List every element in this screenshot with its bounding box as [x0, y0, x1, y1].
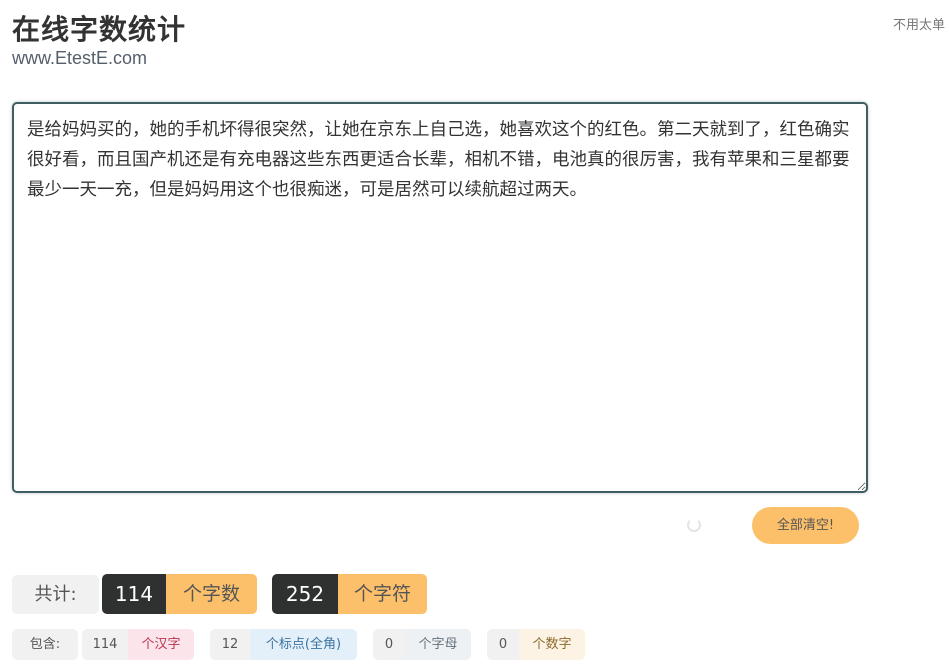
char-count-badge: 252 个字符 — [272, 574, 427, 614]
page-title: 在线字数统计 — [12, 13, 187, 46]
word-count-label: 个字数 — [166, 574, 257, 614]
text-input[interactable]: 是给妈妈买的，她的手机坏得很突然，让她在京东上自己选，她喜欢这个的红色。第二天就… — [12, 102, 868, 493]
contains-label: 包含: — [12, 629, 78, 660]
side-note: 不用太单 — [893, 18, 946, 33]
site-url: www.EtestE.com — [12, 48, 148, 68]
chinese-count-label: 个汉字 — [128, 629, 194, 660]
letter-count-pill: 0 个字母 — [373, 629, 471, 660]
word-count-value: 114 — [102, 574, 166, 614]
letter-count-value: 0 — [373, 629, 405, 660]
punctuation-count-label: 个标点(全角) — [250, 629, 357, 660]
total-label: 共计: — [12, 575, 99, 614]
word-count-badge: 114 个字数 — [102, 574, 257, 614]
punctuation-count-value: 12 — [210, 629, 250, 660]
clear-all-button[interactable]: 全部清空! — [752, 507, 859, 544]
digit-count-pill: 0 个数字 — [487, 629, 585, 660]
chinese-count-value: 114 — [82, 629, 128, 660]
loading-spinner-icon — [687, 518, 701, 532]
char-count-value: 252 — [272, 574, 338, 614]
letter-count-label: 个字母 — [405, 629, 471, 660]
digit-count-value: 0 — [487, 629, 519, 660]
char-count-label: 个字符 — [338, 574, 427, 614]
punctuation-count-pill: 12 个标点(全角) — [210, 629, 357, 660]
digit-count-label: 个数字 — [519, 629, 585, 660]
chinese-count-pill: 114 个汉字 — [82, 629, 194, 660]
